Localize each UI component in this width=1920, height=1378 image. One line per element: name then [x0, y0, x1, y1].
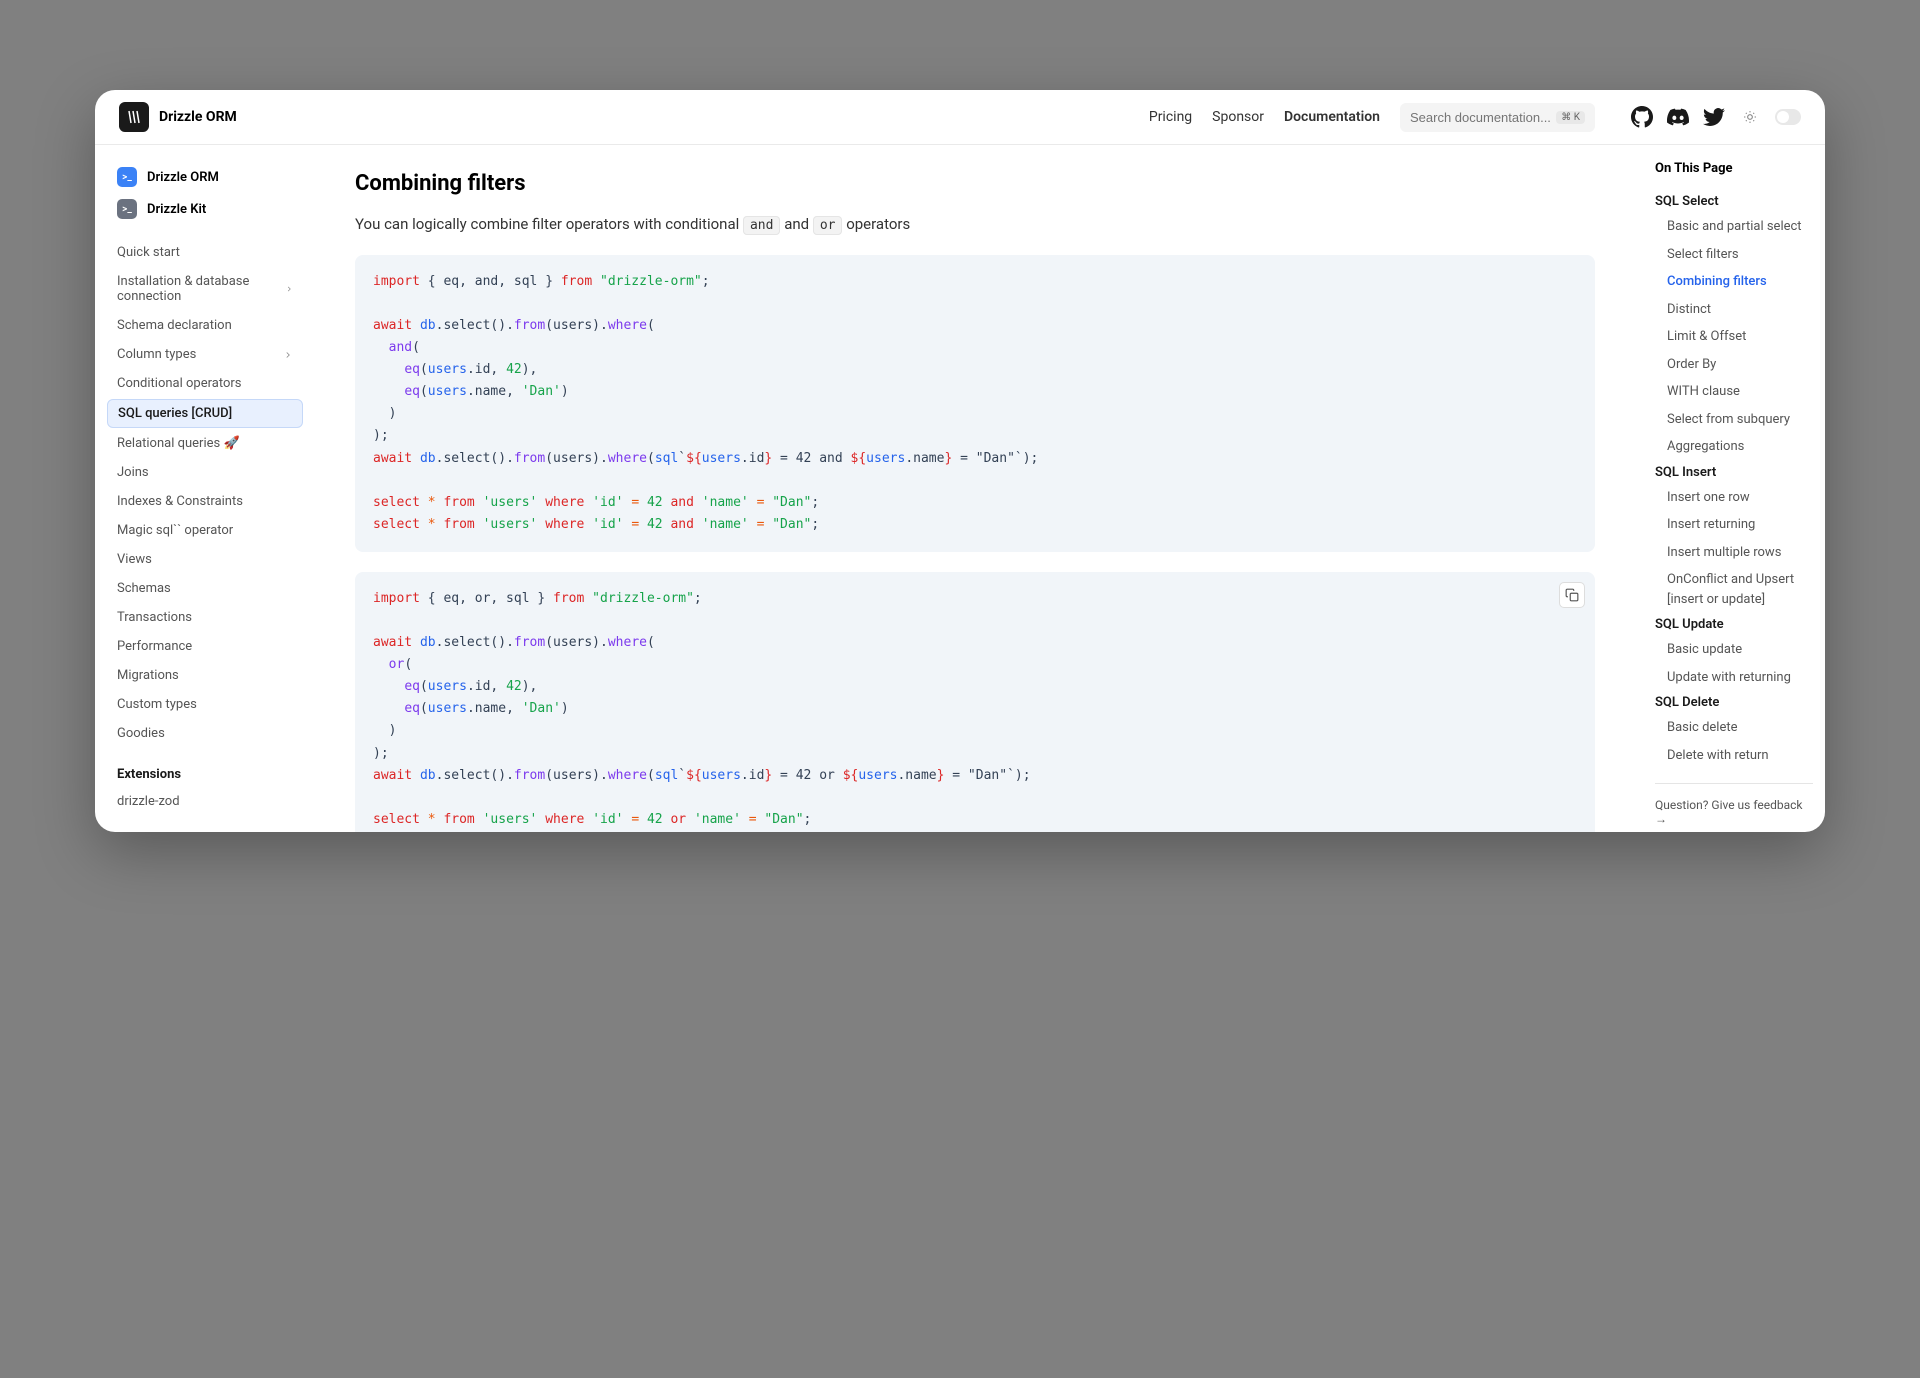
toc-heading[interactable]: SQL Update [1655, 613, 1813, 636]
sidebar-item[interactable]: Goodies [107, 720, 303, 747]
toc-item[interactable]: Combining filters [1655, 268, 1813, 296]
sidebar-item[interactable]: Quick start [107, 239, 303, 266]
nav-links: Pricing Sponsor Documentation ⌘ K [1149, 103, 1801, 132]
sidebar-item[interactable]: Performance [107, 633, 303, 660]
sidebar-item[interactable]: Views [107, 546, 303, 573]
sidebar-item[interactable]: Schemas [107, 575, 303, 602]
toc-heading[interactable]: SQL Select [1655, 190, 1813, 213]
heading-combining-filters: Combining filters [355, 171, 1595, 196]
logo-icon [119, 102, 149, 132]
toc-heading[interactable]: SQL Delete [1655, 691, 1813, 714]
toc-item[interactable]: Order By [1655, 351, 1813, 379]
logo-text: Drizzle ORM [159, 109, 237, 125]
sidebar-badge-icon: >_ [117, 167, 137, 187]
code-block-or: import { eq, or, sql } from "drizzle-orm… [355, 572, 1595, 832]
code-block-and: import { eq, and, sql } from "drizzle-or… [355, 255, 1595, 552]
theme-toggle[interactable] [1775, 109, 1801, 125]
sidebar-item[interactable]: Conditional operators [107, 370, 303, 397]
toc-item[interactable]: Basic update [1655, 636, 1813, 664]
sun-icon [1739, 106, 1761, 128]
code-and: and [743, 216, 780, 235]
main-content: Combining filters You can logically comb… [315, 145, 1635, 832]
nav-pricing[interactable]: Pricing [1149, 109, 1192, 125]
sidebar-item[interactable]: Schema declaration [107, 312, 303, 339]
logo[interactable]: Drizzle ORM [119, 102, 237, 132]
chevron-right-icon [283, 350, 293, 360]
sidebar-item[interactable]: drizzle-zod [107, 788, 303, 815]
sidebar-item[interactable]: Indexes & Constraints [107, 488, 303, 515]
github-icon[interactable] [1631, 106, 1653, 128]
nav-documentation[interactable]: Documentation [1284, 109, 1380, 125]
toc-item[interactable]: Basic and partial select [1655, 213, 1813, 241]
sidebar-item[interactable]: Joins [107, 459, 303, 486]
sidebar-item[interactable]: Migrations [107, 662, 303, 689]
toc-item[interactable]: Distinct [1655, 296, 1813, 324]
toc-item[interactable]: Delete with return [1655, 742, 1813, 770]
discord-icon[interactable] [1667, 106, 1689, 128]
nav-sponsor[interactable]: Sponsor [1212, 109, 1264, 125]
sidebar-badge-icon: >_ [117, 199, 137, 219]
toc-item[interactable]: Limit & Offset [1655, 323, 1813, 351]
twitter-icon[interactable] [1703, 106, 1725, 128]
sidebar-heading-extensions: Extensions [107, 761, 303, 788]
sidebar: >_Drizzle ORM>_Drizzle Kit Quick startIn… [95, 145, 315, 832]
paragraph-combining: You can logically combine filter operato… [355, 212, 1595, 237]
sidebar-item[interactable]: Column types [107, 341, 303, 368]
toc: On This Page SQL SelectBasic and partial… [1635, 145, 1825, 832]
toc-title: On This Page [1655, 161, 1813, 176]
sidebar-item[interactable]: Magic sql`` operator [107, 517, 303, 544]
toc-item[interactable]: WITH clause [1655, 378, 1813, 406]
search-kbd: ⌘ K [1556, 111, 1585, 124]
sidebar-item[interactable]: Relational queries 🚀 [107, 430, 303, 457]
toc-item[interactable]: Select from subquery [1655, 406, 1813, 434]
search-input[interactable] [1410, 110, 1550, 125]
sidebar-item[interactable]: Custom types [107, 691, 303, 718]
sidebar-top-item[interactable]: >_Drizzle Kit [107, 193, 303, 225]
toc-feedback-link[interactable]: Question? Give us feedback → [1655, 798, 1813, 826]
copy-button[interactable] [1559, 582, 1585, 608]
sidebar-top-item[interactable]: >_Drizzle ORM [107, 161, 303, 193]
toc-item[interactable]: Select filters [1655, 241, 1813, 269]
toc-heading[interactable]: SQL Insert [1655, 461, 1813, 484]
toc-item[interactable]: Insert one row [1655, 484, 1813, 512]
sidebar-item[interactable]: Installation & database connection [107, 268, 303, 310]
toc-item[interactable]: Update with returning [1655, 664, 1813, 692]
sidebar-item[interactable]: Transactions [107, 604, 303, 631]
search-box[interactable]: ⌘ K [1400, 103, 1595, 132]
chevron-right-icon [285, 284, 293, 294]
sidebar-item[interactable]: SQL queries [CRUD] [107, 399, 303, 428]
toc-item[interactable]: Insert multiple rows [1655, 539, 1813, 567]
toc-item[interactable]: Aggregations [1655, 433, 1813, 461]
toc-item[interactable]: Basic delete [1655, 714, 1813, 742]
header: Drizzle ORM Pricing Sponsor Documentatio… [95, 90, 1825, 145]
code-or: or [813, 216, 843, 235]
toc-item[interactable]: Insert returning [1655, 511, 1813, 539]
toc-item[interactable]: OnConflict and Upsert [insert or update] [1655, 566, 1813, 613]
